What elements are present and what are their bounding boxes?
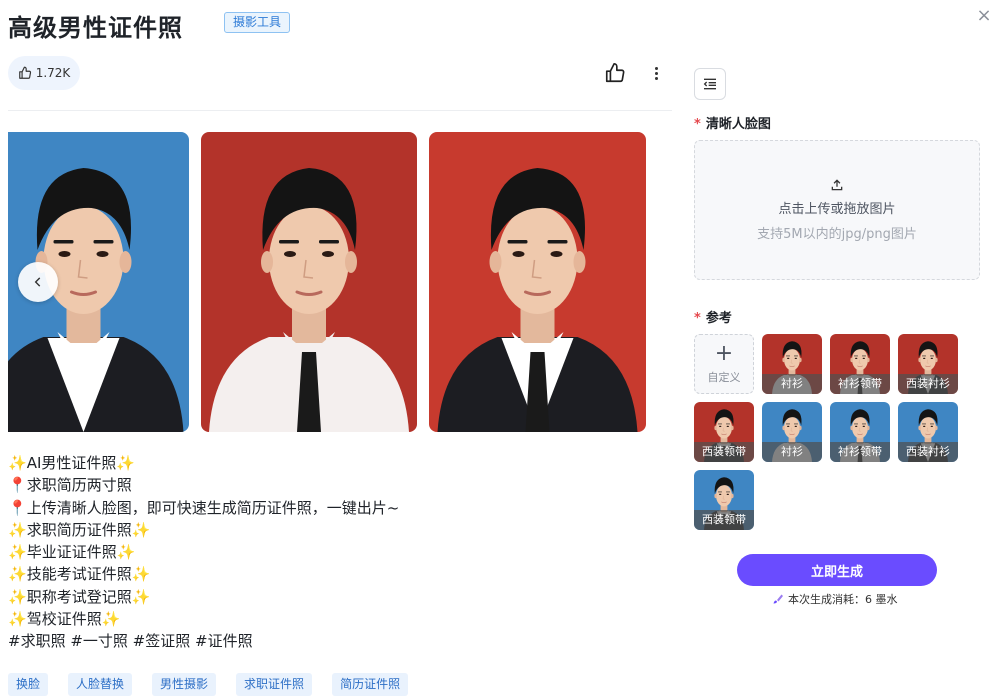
sparkle-icon: ✨ xyxy=(8,520,27,539)
description: ✨AI男性证件照✨ 📍求职简历两寸照 📍上传清晰人脸图，即可快速生成简历证件照，一键… xyxy=(8,452,672,653)
description-line: #求职照 #一寸照 #签证照 #证件照 xyxy=(8,630,672,652)
reference-option-label: 衬衫领带 xyxy=(830,374,890,394)
indent-icon xyxy=(703,78,716,90)
plus-icon: + xyxy=(714,341,734,366)
tag-list: 换脸 人脸替换 男性摄影 求职证件照 简历证件照 xyxy=(8,673,409,696)
pin-icon: 📍 xyxy=(8,476,27,495)
sparkle-icon: ✨ xyxy=(131,587,151,606)
description-text: 求职简历证件照 xyxy=(26,520,132,539)
sparkle-icon: ✨ xyxy=(116,543,136,562)
description-text: 求职简历两寸照 xyxy=(26,476,132,495)
tag-chip[interactable]: 人脸替换 xyxy=(68,673,133,696)
ink-brush-icon xyxy=(773,594,783,604)
more-dot xyxy=(654,76,658,80)
sparkle-icon: ✨ xyxy=(8,543,27,562)
category-badge[interactable]: 摄影工具 xyxy=(224,12,291,33)
description-text: 职称考试登记照 xyxy=(26,587,132,606)
sparkle-icon: ✨ xyxy=(8,610,27,629)
reference-option-label: 衬衫 xyxy=(762,442,822,462)
sparkle-icon: ✨ xyxy=(8,454,27,472)
tag-chip[interactable]: 简历证件照 xyxy=(332,673,409,696)
reference-option[interactable]: 西装衬衫 xyxy=(898,334,958,394)
thumbs-up-icon xyxy=(18,66,31,79)
cost-info: 本次生成消耗：6 墨水 xyxy=(772,591,898,607)
custom-reference-button[interactable]: + 自定义 xyxy=(694,334,754,394)
reference-option[interactable]: 衬衫领带 xyxy=(830,402,890,462)
close-button[interactable]: × xyxy=(974,6,994,26)
reference-option-label: 衬衫 xyxy=(762,374,822,394)
more-dot xyxy=(654,71,658,75)
reference-option-label: 西装领带 xyxy=(694,510,754,530)
description-text: #求职照 #一寸照 #签证照 #证件照 xyxy=(8,632,253,651)
upload-hint: 支持5M以内的jpg/png图片 xyxy=(757,227,917,242)
example-photo[interactable] xyxy=(201,132,417,432)
description-line: ✨求职简历证件照✨ xyxy=(8,519,672,541)
description-text: 技能考试证件照 xyxy=(26,565,132,584)
like-count-button[interactable]: 1.72K xyxy=(8,56,80,90)
face-image-label-text: 清晰人脸图 xyxy=(705,117,771,132)
sparkle-icon: ✨ xyxy=(101,610,121,629)
description-line: 📍求职简历两寸照 xyxy=(8,474,672,496)
pin-icon: 📍 xyxy=(8,498,27,517)
gallery-prev-button[interactable] xyxy=(18,262,58,302)
reference-option-label: 衬衫领带 xyxy=(830,442,890,462)
description-line: 📍上传清晰人脸图，即可快速生成简历证件照，一键出片~ xyxy=(8,497,672,519)
sparkle-icon: ✨ xyxy=(8,587,27,606)
cost-text: 本次生成消耗：6 墨水 xyxy=(788,593,898,606)
reference-option-label: 西装衬衫 xyxy=(898,442,958,462)
collapse-panel-button[interactable] xyxy=(694,68,726,100)
description-text: AI男性证件照 xyxy=(26,454,117,472)
generate-button[interactable]: 立即生成 xyxy=(737,554,937,586)
face-upload-dropzone[interactable]: 点击上传或拖放图片 支持5M以内的jpg/png图片 xyxy=(694,140,980,280)
sparkle-icon: ✨ xyxy=(131,520,151,539)
required-mark: * xyxy=(694,117,701,132)
like-button[interactable] xyxy=(604,62,626,84)
thumbs-up-icon xyxy=(605,63,625,83)
reference-option[interactable]: 衬衫领带 xyxy=(830,334,890,394)
reference-label: * 参考 xyxy=(694,307,732,326)
tag-chip[interactable]: 换脸 xyxy=(8,673,49,696)
page-title: 高级男性证件照 xyxy=(8,14,183,42)
description-line: ✨驾校证件照✨ xyxy=(8,608,672,630)
chevron-left-icon xyxy=(34,277,41,287)
close-icon: × xyxy=(976,5,992,26)
more-dot xyxy=(654,66,658,70)
description-line: ✨职称考试登记照✨ xyxy=(8,586,672,608)
description-line: ✨毕业证证件照✨ xyxy=(8,541,672,563)
reference-option[interactable]: 西装领带 xyxy=(694,402,754,462)
reference-option[interactable]: 西装领带 xyxy=(694,470,754,530)
reference-option[interactable]: 西装衬衫 xyxy=(898,402,958,462)
description-line: ✨技能考试证件照✨ xyxy=(8,563,672,585)
reference-option-label: 西装衬衫 xyxy=(898,374,958,394)
sparkle-icon: ✨ xyxy=(8,565,27,584)
reference-label-text: 参考 xyxy=(705,311,732,326)
divider xyxy=(8,110,672,111)
sparkle-icon: ✨ xyxy=(131,565,151,584)
more-options-button[interactable] xyxy=(648,62,664,84)
like-count: 1.72K xyxy=(35,66,71,80)
reference-option[interactable]: 衬衫 xyxy=(762,334,822,394)
sparkle-icon: ✨ xyxy=(116,454,136,472)
tag-chip[interactable]: 男性摄影 xyxy=(152,673,217,696)
tag-chip[interactable]: 求职证件照 xyxy=(236,673,313,696)
face-image-label: * 清晰人脸图 xyxy=(694,113,771,132)
upload-icon xyxy=(831,179,843,191)
description-line: ✨AI男性证件照✨ xyxy=(8,452,672,474)
description-text: 上传清晰人脸图，即可快速生成简历证件照，一键出片~ xyxy=(26,498,400,517)
example-photo[interactable] xyxy=(429,132,646,432)
custom-reference-label: 自定义 xyxy=(707,371,741,384)
description-text: 驾校证件照 xyxy=(26,610,102,629)
description-text: 毕业证证件照 xyxy=(26,543,117,562)
example-gallery xyxy=(8,132,672,432)
reference-option[interactable]: 衬衫 xyxy=(762,402,822,462)
upload-instruction: 点击上传或拖放图片 xyxy=(778,202,896,217)
reference-option-label: 西装领带 xyxy=(694,442,754,462)
required-mark: * xyxy=(694,311,701,326)
